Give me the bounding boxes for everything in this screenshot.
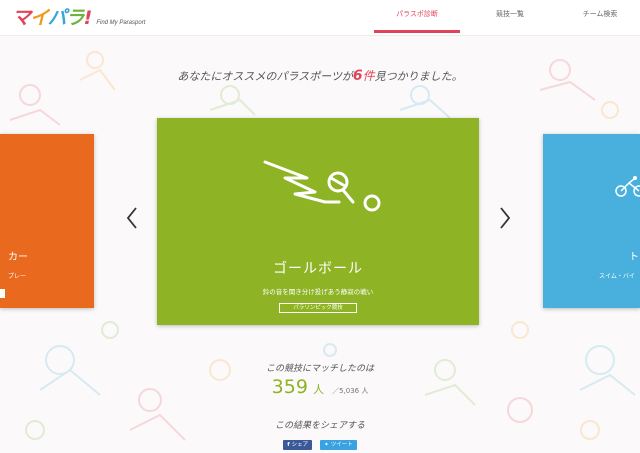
logo-wordmark: マイパラ! [12, 3, 93, 30]
sport-card-description: 鈴の音を聞き分け投げあう静寂の戦い [262, 288, 374, 296]
twitter-share-button[interactable]: ✦ ツイート [320, 440, 357, 450]
result-count-unit: 件 [362, 69, 375, 83]
result-summary: あなたにオススメのパラスポーツが6件見つかりました。 [0, 67, 640, 84]
sport-card-prev-subtitle: プレー [8, 273, 27, 280]
logo-char: ! [83, 7, 93, 29]
result-prefix: あなたにオススメのパラスポーツが [177, 70, 353, 83]
sport-card-next[interactable]: ト スイム・バイ [543, 134, 640, 308]
result-suffix: 見つかりました。 [374, 70, 463, 83]
sport-card-title: ゴールボール [273, 261, 363, 277]
facebook-icon: f [287, 442, 290, 448]
cycling-icon [615, 176, 640, 197]
nav-item-sports-list[interactable]: 競技一覧 [470, 9, 550, 33]
share-buttons: f シェア ✦ ツイート [0, 440, 640, 450]
goalball-player-icon [263, 160, 381, 212]
match-total: ／5,036 人 [332, 387, 369, 395]
site-logo[interactable]: マイパラ! Find My Parasport [12, 3, 145, 29]
nav-active-indicator [374, 30, 460, 33]
carousel-next-button[interactable] [497, 206, 513, 230]
facebook-share-button[interactable]: f シェア [283, 440, 313, 450]
logo-char: マ [12, 7, 31, 29]
twitter-icon: ✦ [324, 442, 329, 448]
result-count: 6 [352, 68, 363, 84]
twitter-share-label: ツイート [330, 442, 353, 448]
sport-card-prev[interactable]: カー プレー [0, 134, 94, 308]
sport-card-next-title: ト [629, 252, 639, 263]
logo-subtitle: Find My Parasport [96, 20, 146, 26]
carousel-prev-button[interactable] [124, 206, 140, 230]
chevron-right-icon [500, 207, 511, 229]
match-number: 359 [271, 376, 308, 398]
match-label: この競技にマッチしたのは [265, 364, 374, 374]
sport-card-prev-title: カー [8, 252, 28, 263]
share-label: この結果をシェアする [274, 421, 365, 431]
sport-card-prev-tag [0, 289, 5, 298]
sport-card-current[interactable]: ゴールボール 鈴の音を聞き分け投げあう静寂の戦い パラリンピック競技 [157, 118, 479, 325]
site-header: マイパラ! Find My Parasport パラスポ診断 競技一覧 チーム検… [0, 0, 640, 36]
logo-char: ラ [65, 7, 85, 29]
facebook-share-label: シェア [291, 442, 309, 448]
match-count: 359 人 ／5,036 人 [0, 376, 640, 398]
logo-char: パ [47, 7, 67, 29]
nav-item-team-search[interactable]: チーム検索 [560, 9, 640, 33]
sport-card-next-subtitle: スイム・バイ [599, 273, 635, 280]
logo-char: イ [30, 7, 49, 29]
chevron-left-icon [126, 207, 137, 229]
match-unit: 人 [313, 383, 324, 396]
paralympic-tag: パラリンピック競技 [279, 303, 357, 313]
